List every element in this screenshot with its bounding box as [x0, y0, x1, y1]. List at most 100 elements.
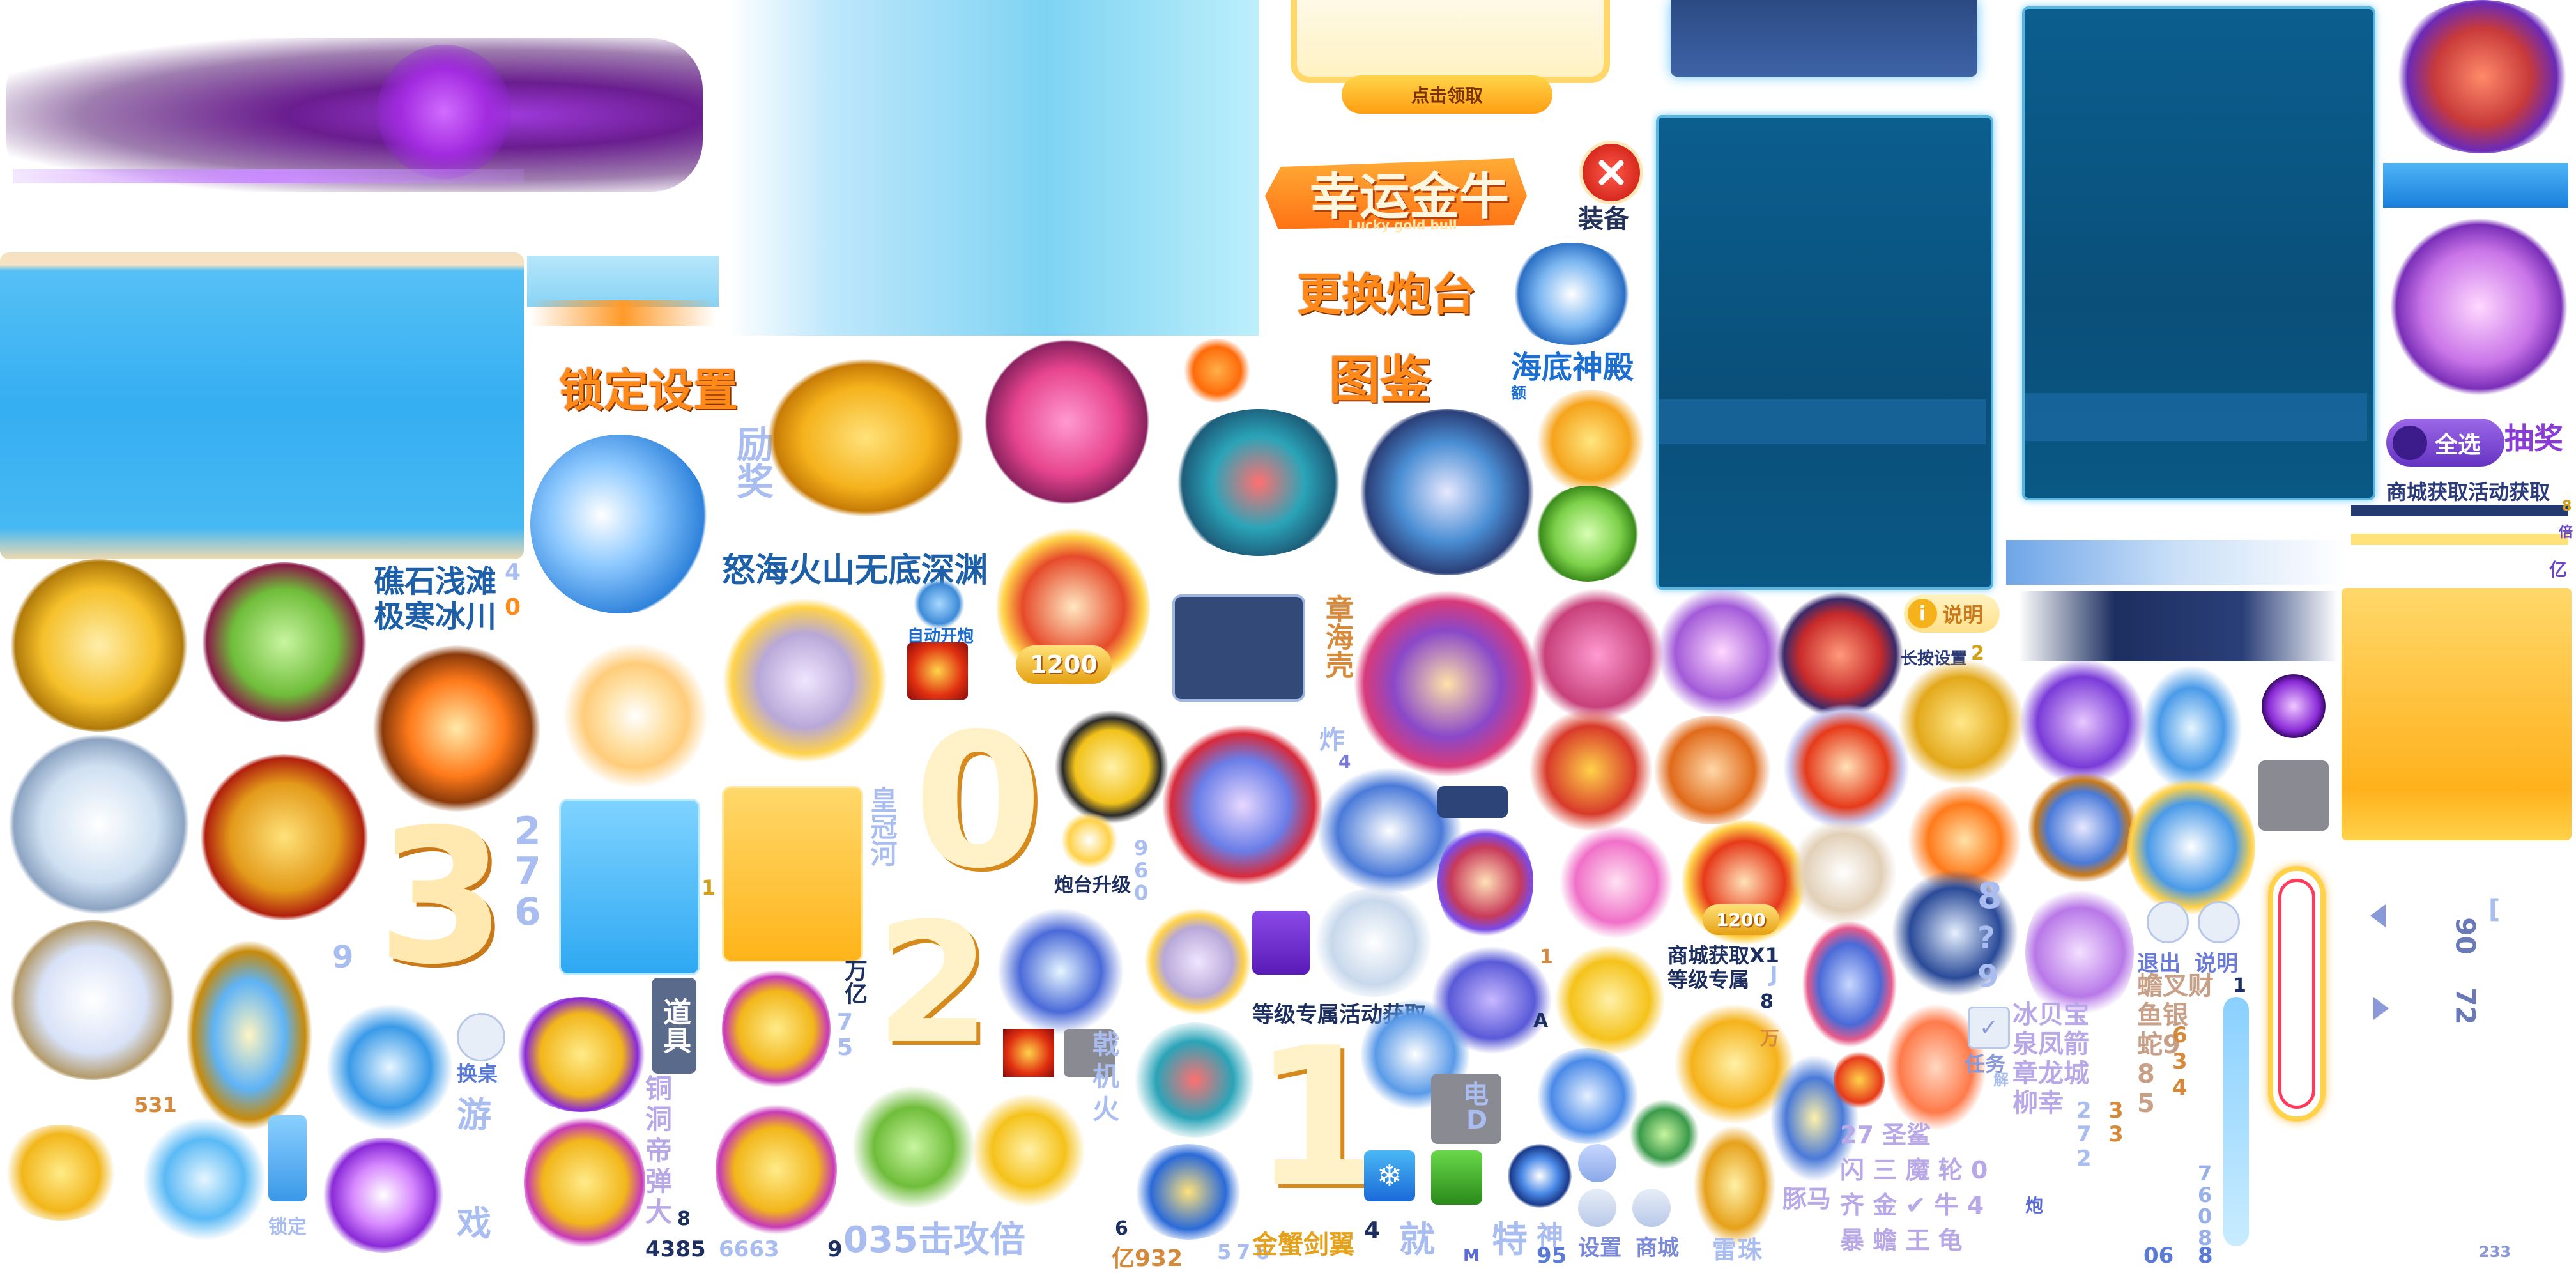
fire-sword-small-icon [1648, 716, 1776, 824]
digit-1200-plate[interactable]: 1200 [1016, 645, 1112, 684]
gold-frame-pill [2268, 866, 2326, 1122]
blue-orb-icon [1508, 1144, 1572, 1208]
seahorse-icon [1802, 920, 1897, 1048]
emperor-river-text: 皇冠河 [866, 786, 898, 867]
n-label: 1 [1540, 946, 1553, 968]
row-fish-4: 暴 蟾 王 龟 [1840, 1226, 1963, 1254]
green-book-button[interactable] [1431, 1150, 1482, 1205]
num-90: 90 [2450, 917, 2481, 955]
info-label: 说明 [1942, 603, 1984, 627]
te-label: 特 [1492, 1219, 1528, 1261]
num-531: 531 [134, 1093, 177, 1117]
purple-portal-icon [319, 1138, 447, 1253]
swordfish-gold-icon [997, 907, 1124, 1035]
bull-roulette-icon [1354, 588, 1540, 780]
robot-icon [914, 578, 965, 629]
fortune-god-small-icon [1438, 821, 1533, 943]
golden-turtle-small-icon [1897, 658, 2025, 786]
lock-label: 锁定 [268, 1216, 307, 1238]
turtle-icon [767, 358, 965, 518]
close-button[interactable] [1579, 141, 1643, 204]
explain-button[interactable] [2198, 901, 2240, 943]
pearl-clam-small-icon [1789, 818, 1897, 927]
exit-button[interactable] [2147, 901, 2189, 943]
sunburst-icon [562, 642, 709, 789]
blue-slot [2383, 163, 2568, 208]
num-col-b: 6 3 4 [2172, 1022, 2188, 1100]
crab-robot-small-icon [1131, 1022, 1259, 1138]
big-digit-2: 2 [875, 888, 991, 1081]
select-all-button[interactable]: 全选 [2386, 419, 2504, 467]
vertical-slider[interactable] [2223, 997, 2249, 1246]
navy-fade-bar [2019, 591, 2338, 661]
rate-yi: 亿 [2549, 559, 2568, 580]
rate-8: 8 [2562, 498, 2572, 514]
check-icon: ✓ [1979, 1014, 1999, 1041]
arrow-left-icon [2370, 904, 2386, 927]
props-label: 道具 [658, 998, 691, 1054]
num-8-label: 8 [1760, 991, 1774, 1013]
nums-bottom-1: 8 [677, 1208, 691, 1230]
close-icon [1598, 160, 1624, 185]
shark-icon [530, 435, 709, 613]
props-plate: 道具 [652, 978, 696, 1074]
num-col-a: 2 7 2 [2076, 1098, 2092, 1171]
purple-card-icon [1252, 911, 1310, 975]
purple-glow-orb [377, 45, 511, 179]
num-9b-label: 9 [1977, 959, 1999, 994]
octopus-dj-small-icon [1530, 588, 1664, 722]
change-table-icon[interactable] [457, 1013, 505, 1061]
num-5: 5 [1217, 1240, 1232, 1264]
shark-small-icon [1508, 243, 1636, 345]
snowflake-icon: ❄ [1376, 1158, 1403, 1194]
sky-panel [0, 252, 524, 559]
lei-label: 雷 [1712, 1236, 1737, 1264]
chat-button[interactable] [1578, 1144, 1616, 1182]
shop-button[interactable] [1632, 1189, 1671, 1227]
dark-blue-tab [1671, 0, 1977, 77]
map-digit-4: 4 [505, 559, 521, 585]
yi932-label: 亿932 [1112, 1246, 1183, 1272]
change-table-label[interactable]: 换桌 [457, 1058, 498, 1087]
progress-bar-light [2351, 534, 2568, 545]
gallery-title: 图鉴 [1329, 350, 1431, 410]
purple-puffer-icon [2389, 217, 2568, 396]
coin-pile-icon [0, 1125, 121, 1221]
snowflake-button[interactable]: ❄ [1364, 1150, 1415, 1201]
info-button[interactable]: i 说明 [1904, 594, 2000, 633]
level-exclusive-label: 等级专属 [1667, 968, 1750, 992]
num-233: 233 [2479, 1243, 2511, 1261]
angelfish-icon [1054, 709, 1169, 824]
gold-panel [2342, 588, 2572, 840]
claim-button[interactable]: 点击领取 [1342, 75, 1552, 114]
claim-frame [1291, 0, 1610, 83]
golden-seahorse-icon [1693, 1125, 1776, 1246]
navy-square [1172, 594, 1305, 702]
arrow-right-icon [2373, 997, 2389, 1020]
frog-king-icon [198, 562, 371, 722]
dark-blue-panel-1-band [1659, 399, 1986, 444]
golden-bucket-icon [722, 965, 831, 1093]
zhu-label: 珠 [1738, 1236, 1763, 1264]
purple-urchin-icon [1655, 588, 1789, 716]
light-blue-panel [728, 0, 1259, 336]
turtle-green-icon [1629, 1099, 1699, 1169]
cannon-icon [1061, 812, 1118, 869]
row-fish-2: 闪 三 魔 轮 0 [1840, 1156, 1988, 1184]
xxxl-coins-icon [511, 997, 652, 1112]
purple-glow-bar [6, 38, 703, 192]
row-fish-5: 豚马 [1782, 1185, 1832, 1213]
paotai-label: 炮 [2025, 1195, 2044, 1216]
settings-button[interactable] [1578, 1189, 1616, 1227]
poseidon-temple-label: 海底神殿 [1511, 350, 1634, 385]
golden-carp-small-icon [971, 1093, 1086, 1208]
temple-small-label: 额 [1511, 384, 1526, 402]
green-puffer-icon [1533, 486, 1642, 582]
num-06: 06 [2143, 1243, 2174, 1269]
checkbox-button[interactable]: ✓ [1968, 1007, 2010, 1049]
digit-1200-small-plate: 1200 [1703, 904, 1779, 935]
num-8c: 8 [2198, 1243, 2213, 1269]
turret-upgrade-label: 炮台升级 [1054, 874, 1131, 897]
yellow-fish-icon [1552, 946, 1667, 1054]
fire-small-num: 4 [1338, 751, 1351, 772]
